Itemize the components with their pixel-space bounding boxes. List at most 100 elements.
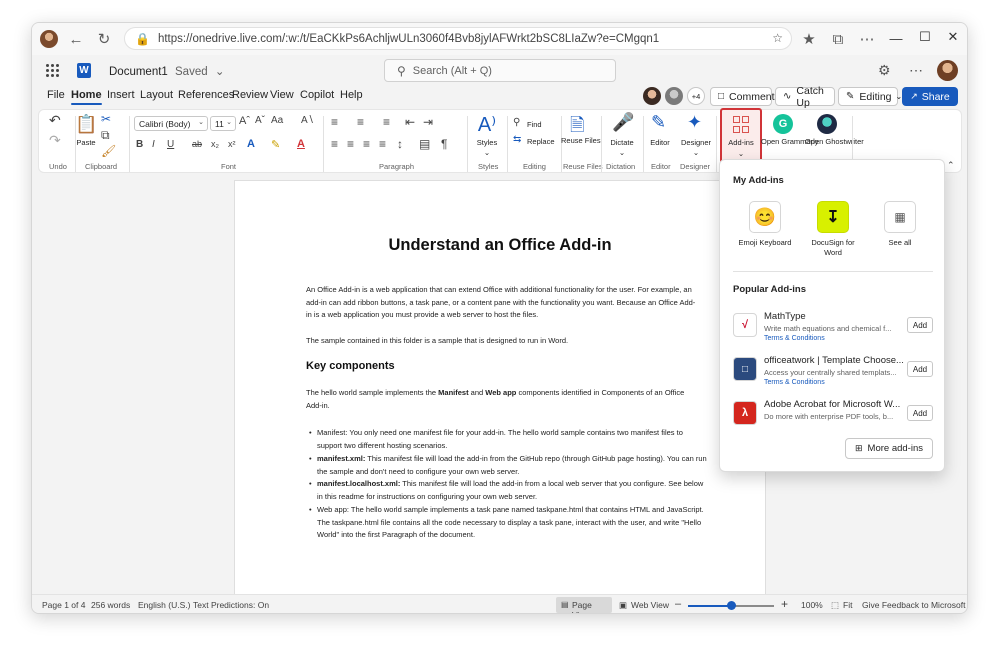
zoom-slider-handle[interactable] xyxy=(726,601,736,610)
addins-button[interactable]: Add-ins ⌄ xyxy=(720,108,762,164)
subscript-icon[interactable]: x₂ xyxy=(211,139,219,149)
feedback-link[interactable]: Give Feedback to Microsoft xyxy=(862,600,965,610)
addin-docusign[interactable]: ↧ DocuSign for Word xyxy=(803,201,863,258)
replace-icon[interactable]: ⇆ xyxy=(513,134,521,145)
tab-layout[interactable]: Layout xyxy=(140,89,173,101)
coauthor-avatar[interactable] xyxy=(643,87,661,105)
fit-icon[interactable]: ⬚ xyxy=(831,600,839,611)
zoom-level[interactable]: 100% xyxy=(801,600,823,610)
profile-avatar[interactable] xyxy=(40,30,58,48)
align-right-icon[interactable]: ≡ xyxy=(363,137,370,151)
favorite-add-icon[interactable]: ☆ xyxy=(772,31,783,45)
more-addins-button[interactable]: ⊞ More add-ins xyxy=(845,438,933,459)
format-painter-icon[interactable]: 🖌 xyxy=(101,144,116,158)
collections-icon[interactable]: ⧉ xyxy=(827,28,849,50)
tab-home[interactable]: Home xyxy=(71,89,102,105)
text-predictions-status[interactable]: Text Predictions: On xyxy=(193,600,269,610)
more-options-icon[interactable]: ⋯ xyxy=(909,62,923,79)
tab-references[interactable]: References xyxy=(178,89,234,101)
language-status[interactable]: English (U.S.) xyxy=(138,600,190,610)
more-browser-icon[interactable]: ⋯ xyxy=(856,28,878,50)
highlight-color-icon[interactable]: ✎ xyxy=(271,138,280,151)
user-avatar[interactable] xyxy=(937,60,958,81)
numbering-icon[interactable]: ≡ xyxy=(357,115,364,129)
strikethrough-icon[interactable]: ab xyxy=(192,139,202,149)
refresh-icon[interactable]: ↻ xyxy=(93,28,115,50)
shading-icon[interactable]: ▤ xyxy=(419,137,430,151)
share-button[interactable]: ↗ Share xyxy=(902,87,958,106)
decrease-indent-icon[interactable]: ⇤ xyxy=(405,115,415,129)
see-all-addins[interactable]: ▦ See all xyxy=(870,201,930,248)
settings-gear-icon[interactable]: ⚙ xyxy=(878,62,891,79)
back-icon[interactable]: ← xyxy=(65,28,87,50)
dictate-label[interactable]: Dictate xyxy=(604,138,640,147)
chevron-down-icon[interactable]: ⌄ xyxy=(473,148,501,157)
close-window-icon[interactable]: ✕ xyxy=(942,29,964,45)
popular-addin-mathtype[interactable]: √ MathType Write math equations and chem… xyxy=(733,311,933,351)
tab-copilot[interactable]: Copilot xyxy=(300,89,334,101)
editor-label[interactable]: Editor xyxy=(645,138,675,147)
page-count[interactable]: Page 1 of 4 xyxy=(42,600,85,610)
replace-label[interactable]: Replace xyxy=(527,137,555,146)
align-left-icon[interactable]: ≡ xyxy=(331,137,338,151)
page-view-button[interactable]: ▤ Page View xyxy=(556,597,612,613)
grow-font-icon[interactable]: Aˆ xyxy=(239,115,250,127)
editing-mode-button[interactable]: ✎ Editing ⌄ xyxy=(838,87,902,106)
web-view-icon[interactable]: ▣ xyxy=(619,600,627,611)
app-launcher-icon[interactable] xyxy=(46,64,59,77)
designer-icon[interactable]: ✦ xyxy=(687,112,702,133)
web-view-label[interactable]: Web View xyxy=(631,600,669,610)
styles-label[interactable]: Styles xyxy=(473,138,501,147)
terms-link[interactable]: Terms & Conditions xyxy=(764,379,825,386)
fit-label[interactable]: Fit xyxy=(843,600,852,610)
search-box[interactable]: ⚲ Search (Alt + Q) xyxy=(384,59,616,82)
catchup-button[interactable]: ∿ Catch Up xyxy=(775,85,835,109)
styles-icon[interactable]: A⁾ xyxy=(475,112,499,137)
font-size-select[interactable]: 11 ⌄ xyxy=(210,116,236,131)
ghostwriter-label[interactable]: Open Ghostwriter xyxy=(805,137,864,146)
copy-icon[interactable]: ⧉ xyxy=(101,128,110,143)
find-icon[interactable]: ⚲ xyxy=(513,117,520,128)
word-count[interactable]: 256 words xyxy=(91,600,130,610)
bold-icon[interactable]: B xyxy=(136,139,143,150)
font-color-icon[interactable]: A xyxy=(297,138,305,150)
cut-icon[interactable]: ✂ xyxy=(101,112,111,126)
find-label[interactable]: Find xyxy=(527,120,542,129)
increase-indent-icon[interactable]: ⇥ xyxy=(423,115,433,129)
italic-icon[interactable]: I xyxy=(152,139,155,150)
zoom-in-icon[interactable]: + xyxy=(781,597,788,611)
change-case-icon[interactable]: Aa xyxy=(271,115,283,126)
grammarly-icon[interactable]: G xyxy=(773,114,793,134)
zoom-slider[interactable] xyxy=(688,601,774,610)
line-spacing-icon[interactable]: ↕ xyxy=(397,137,403,151)
grammarly-label[interactable]: Open Grammarly xyxy=(761,137,819,146)
coauthor-avatar[interactable] xyxy=(665,87,683,105)
minimize-icon[interactable]: — xyxy=(885,31,907,46)
collapse-ribbon-icon[interactable]: ⌃ xyxy=(947,160,955,171)
redo-icon[interactable]: ↷ xyxy=(49,132,61,149)
document-page[interactable]: Understand an Office Add-in An Office Ad… xyxy=(234,180,766,600)
coauthor-count[interactable]: +4 xyxy=(687,87,705,105)
add-addin-button[interactable]: Add xyxy=(907,405,933,421)
shrink-font-icon[interactable]: Aˇ xyxy=(255,115,265,126)
popular-addin-adobe-acrobat[interactable]: λ Adobe Acrobat for Microsoft W... Do mo… xyxy=(733,399,933,439)
maximize-icon[interactable]: ☐ xyxy=(914,29,936,45)
editor-icon[interactable]: ✎ xyxy=(651,112,666,133)
reuse-files-label[interactable]: Reuse Files xyxy=(561,136,601,145)
popular-addin-officeatwork[interactable]: □ officeatwork | Template Choose... Acce… xyxy=(733,355,933,395)
addin-emoji-keyboard[interactable]: 😊 Emoji Keyboard xyxy=(735,201,795,248)
chevron-down-icon[interactable]: ⌄ xyxy=(679,148,713,157)
underline-icon[interactable]: U xyxy=(167,139,174,150)
tab-view[interactable]: View xyxy=(270,89,294,101)
favorites-icon[interactable]: ★ xyxy=(798,28,820,50)
zoom-out-icon[interactable]: – xyxy=(675,598,681,610)
superscript-icon[interactable]: x² xyxy=(228,139,236,149)
terms-link[interactable]: Terms & Conditions xyxy=(764,335,825,342)
address-bar[interactable]: 🔒 https://onedrive.live.com/:w:/t/EaCKkP… xyxy=(124,27,792,50)
designer-label[interactable]: Designer xyxy=(679,138,713,147)
justify-icon[interactable]: ≡ xyxy=(379,137,386,151)
add-addin-button[interactable]: Add xyxy=(907,317,933,333)
tab-insert[interactable]: Insert xyxy=(107,89,135,101)
multilevel-list-icon[interactable]: ≡ xyxy=(383,115,390,129)
ghostwriter-icon[interactable] xyxy=(817,114,837,134)
